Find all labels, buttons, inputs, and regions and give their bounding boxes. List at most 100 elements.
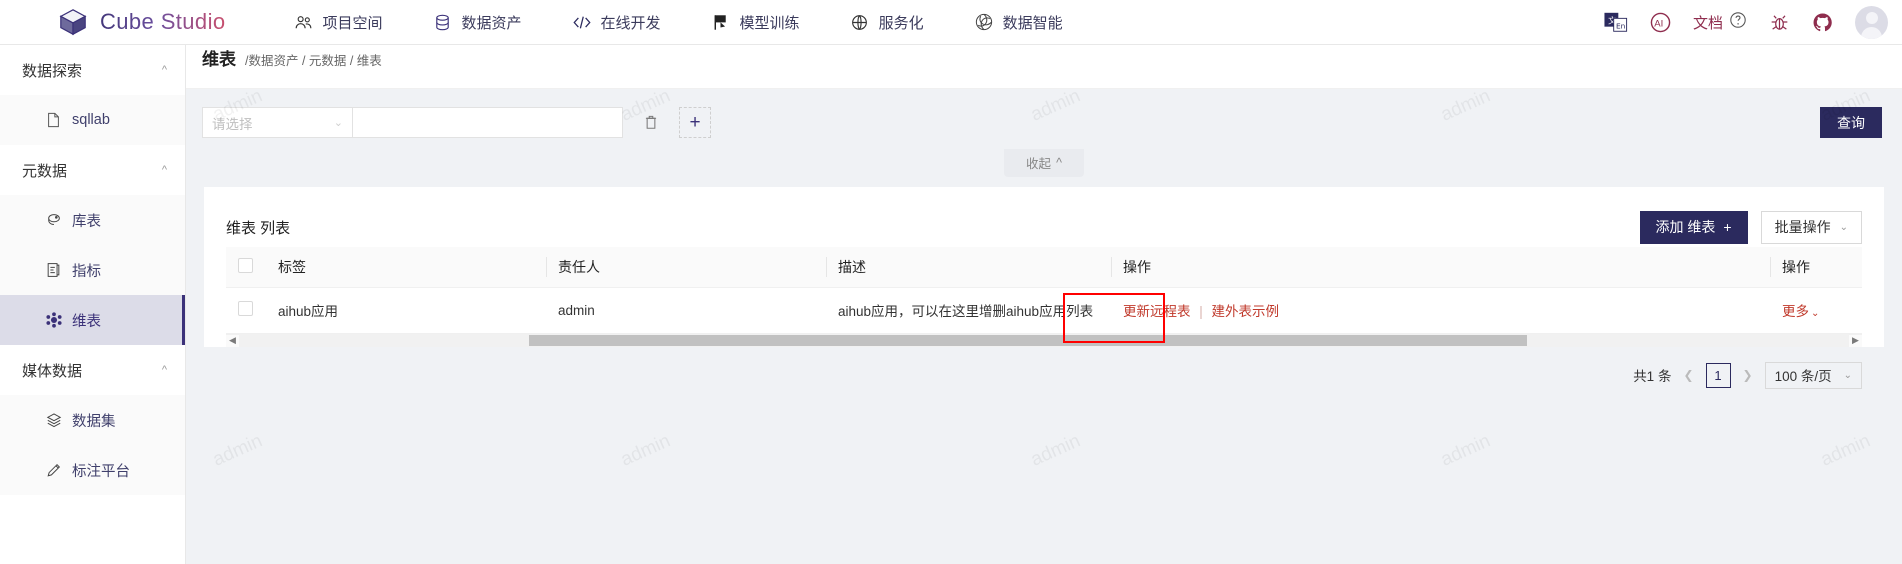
nav-item-online-dev[interactable]: 在线开发 (572, 12, 661, 33)
translate-icon[interactable]: 文 En (1604, 12, 1628, 33)
table-card: 维表 列表 添加 维表 + 批量操作 ⌄ 标签 责任人 描述 操作 操作 aih… (204, 187, 1884, 347)
action-separator: | (1199, 304, 1203, 319)
sidebar: 数据探索 ^ sqllab 元数据 ^ 库表 指标 维表 媒体数据 ^ 数据集 … (0, 45, 186, 564)
scrollbar-track[interactable] (239, 334, 1849, 347)
nav-label: 在线开发 (600, 14, 661, 32)
docs-link[interactable]: 文档 (1693, 11, 1747, 33)
column-header-operation-fixed[interactable]: 操作 (1770, 247, 1862, 288)
row-checkbox[interactable] (238, 301, 253, 316)
file-sql-icon (45, 112, 62, 129)
table-row[interactable]: aihub应用 admin aihub应用，可以在这里增删aihub应用列表 更… (226, 287, 1862, 334)
github-icon[interactable] (1812, 12, 1833, 33)
nav-item-data-intelligence[interactable]: 数据智能 (974, 12, 1063, 33)
sidebar-item-label: 标注平台 (72, 463, 130, 480)
dataset-icon (45, 412, 62, 429)
cube-icon (58, 7, 88, 37)
column-header-label[interactable]: 标签 (266, 247, 546, 288)
globe-icon (850, 12, 870, 32)
nav-label: 服务化 (878, 14, 924, 32)
query-button[interactable]: 查询 (1820, 107, 1882, 138)
nav-label: 项目空间 (322, 14, 383, 32)
batch-operation-button[interactable]: 批量操作 ⌄ (1760, 210, 1862, 244)
page-size-select[interactable]: 100 条/页 ⌄ (1764, 361, 1862, 389)
sidebar-item-label: sqllab (72, 112, 110, 128)
row-select-cell (226, 287, 266, 334)
chevron-up-icon: ^ (161, 364, 167, 376)
filter-field-select[interactable]: 请选择 ⌄ (202, 107, 352, 138)
update-remote-table-link[interactable]: 更新远程表 (1123, 304, 1191, 319)
hive-icon (45, 212, 62, 229)
page-size-label: 100 条/页 (1774, 369, 1832, 384)
column-header-description[interactable]: 描述 (826, 247, 1111, 288)
add-dimension-table-button[interactable]: 添加 维表 + (1639, 210, 1748, 244)
sidebar-group-data-exploration[interactable]: 数据探索 ^ (0, 45, 185, 95)
nav-item-model-training[interactable]: 模型训练 (711, 12, 800, 33)
pencil-icon (45, 462, 62, 479)
add-button-label: 添加 维表 (1655, 219, 1716, 235)
chevron-up-icon: ^ (161, 64, 167, 76)
select-all-checkbox[interactable] (238, 257, 253, 273)
sidebar-item-label: 维表 (72, 313, 101, 330)
sidebar-group-label: 元数据 (22, 162, 68, 180)
create-external-table-example-link[interactable]: 建外表示例 (1212, 304, 1280, 319)
chevron-up-icon: ^ (1056, 155, 1062, 170)
chevron-up-icon: ^ (161, 164, 167, 176)
total-count: 共1 条 (1633, 369, 1672, 384)
ai-circle-icon[interactable]: AI (1650, 12, 1671, 33)
nav-item-project-space[interactable]: 项目空间 (294, 12, 383, 33)
cell-description: aihub应用，可以在这里增删aihub应用列表 (826, 287, 1111, 334)
code-icon (572, 12, 592, 32)
collapse-filters-button[interactable]: 收起 ^ (1004, 149, 1084, 177)
sidebar-item-标注平台[interactable]: 标注平台 (0, 445, 185, 495)
scrollbar-thumb[interactable] (528, 335, 1527, 346)
card-header: 维表 列表 添加 维表 + 批量操作 ⌄ (226, 207, 1862, 247)
dimension-table-grid: 标签 责任人 描述 操作 操作 aihub应用 admin aihub应用，可以… (226, 247, 1862, 334)
cell-owner: admin (546, 287, 826, 334)
chevron-right-icon[interactable]: ❯ (1740, 368, 1756, 382)
chevron-down-icon: ⌄ (1811, 308, 1820, 319)
sidebar-group-media-data[interactable]: 媒体数据 ^ (0, 345, 185, 395)
sidebar-item-数据集[interactable]: 数据集 (0, 395, 185, 445)
scroll-right-arrow[interactable]: ▶ (1849, 335, 1862, 346)
collapse-label: 收起 (1026, 157, 1052, 171)
bug-icon[interactable] (1769, 12, 1790, 33)
sidebar-item-label: 数据集 (72, 413, 116, 430)
sidebar-item-指标[interactable]: 指标 (0, 245, 185, 295)
main-nav: 项目空间 数据资产 在线开发 模型训练 服务化 数据智能 (294, 12, 1063, 33)
flag-icon (711, 12, 731, 32)
more-actions-dropdown[interactable]: 更多 ⌄ (1782, 304, 1819, 319)
nav-item-data-assets[interactable]: 数据资产 (433, 12, 522, 33)
column-header-owner[interactable]: 责任人 (546, 247, 826, 288)
database-icon (433, 12, 453, 32)
filter-panel: 请选择 ⌄ + 收起 ^ 查询 (186, 89, 1902, 177)
sidebar-item-sqllab[interactable]: sqllab (0, 95, 185, 145)
add-filter-button[interactable]: + (679, 107, 711, 138)
sidebar-item-维表[interactable]: 维表 (0, 295, 185, 345)
scroll-left-arrow[interactable]: ◀ (226, 335, 239, 346)
sidebar-group-metadata[interactable]: 元数据 ^ (0, 145, 185, 195)
nav-item-serving[interactable]: 服务化 (850, 12, 924, 33)
page-number-1[interactable]: 1 (1705, 362, 1731, 388)
filter-row: 请选择 ⌄ + (186, 107, 1902, 138)
chevron-left-icon[interactable]: ❮ (1680, 368, 1696, 382)
table-header: 标签 责任人 描述 操作 操作 (226, 247, 1862, 288)
sidebar-group-label: 数据探索 (22, 62, 83, 80)
metric-icon (45, 262, 62, 279)
table-horizontal-scrollbar[interactable]: ◀ ▶ (226, 333, 1862, 347)
sidebar-item-库表[interactable]: 库表 (0, 195, 185, 245)
avatar[interactable] (1855, 5, 1888, 39)
ai-spiral-icon (974, 12, 994, 32)
cell-actions: 更新远程表 | 建外表示例 (1111, 287, 1770, 334)
filter-value-input[interactable] (352, 107, 623, 138)
brand[interactable]: Cube Studio (58, 7, 226, 37)
chevron-down-icon: ⌄ (1843, 369, 1852, 381)
team-icon (294, 12, 314, 32)
nav-label: 数据智能 (1002, 14, 1063, 32)
more-label: 更多 (1782, 304, 1809, 319)
nav-label: 模型训练 (739, 14, 800, 32)
chevron-down-icon: ⌄ (1839, 221, 1848, 233)
card-actions: 添加 维表 + 批量操作 ⌄ (1639, 210, 1862, 244)
trash-icon[interactable] (643, 114, 659, 132)
column-header-operation[interactable]: 操作 (1111, 247, 1770, 288)
batch-button-label: 批量操作 (1774, 219, 1831, 235)
